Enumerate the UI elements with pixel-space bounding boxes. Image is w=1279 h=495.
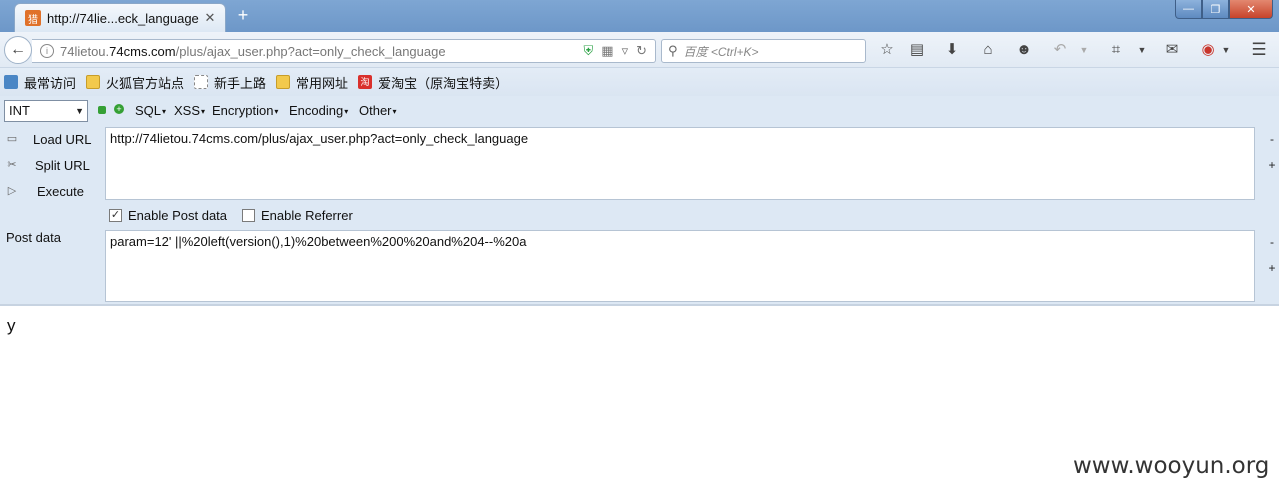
most-visited-icon <box>4 75 18 89</box>
bookmark-common-sites[interactable]: 常用网址 <box>276 73 348 92</box>
scissors-icon: ✂ <box>7 159 17 171</box>
title-bar: 猎 http://74lie...eck_language ✕ + — ❐ ✕ <box>0 0 1279 32</box>
new-tab-button[interactable]: + <box>234 6 252 24</box>
type-select[interactable]: INT ▼ <box>4 100 88 122</box>
taobao-icon: 淘 <box>358 75 373 89</box>
screenshot-crop-icon[interactable]: ⌗ <box>1105 40 1127 60</box>
enable-post-label: Enable Post data <box>128 208 228 223</box>
menu-encryption[interactable]: Encryption▾ <box>212 103 278 118</box>
url-textarea[interactable]: http://74lietou.74cms.com/plus/ajax_user… <box>105 127 1255 200</box>
home-icon[interactable]: ⌂ <box>977 40 999 60</box>
execute-button[interactable]: ▷ Execute <box>0 179 100 203</box>
search-icon: ⚲ <box>668 43 678 58</box>
enable-referrer-toggle[interactable]: Enable Referrer <box>242 208 353 223</box>
bookmark-firefox-official[interactable]: 火狐官方站点 <box>86 73 184 92</box>
download-icon[interactable]: ⬇ <box>941 40 963 60</box>
hackbar-panel: INT ▼ + SQL▾ XSS▾ Encryption▾ Encoding▾ … <box>0 96 1279 304</box>
minimize-button[interactable]: — <box>1175 0 1202 19</box>
tab-title: http://74lie...eck_language <box>47 10 199 26</box>
post-data-label: Post data <box>6 230 61 245</box>
globe-icon: i <box>40 44 54 58</box>
url-grow-button[interactable]: + <box>1266 158 1278 172</box>
bookmark-getting-started[interactable]: 新手上路 <box>194 73 266 92</box>
folder-icon <box>276 75 291 89</box>
load-url-label: Load URL <box>33 131 92 147</box>
qr-code-icon[interactable]: ▦ <box>601 43 613 59</box>
post-shrink-button[interactable]: - <box>1266 235 1278 249</box>
type-select-value: INT <box>9 103 30 118</box>
crop-dropdown-icon[interactable]: ▼ <box>1131 40 1153 60</box>
undo-dropdown-icon[interactable]: ▼ <box>1073 40 1095 60</box>
bookmarks-list-icon[interactable]: ▤ <box>906 40 928 60</box>
shield-icon[interactable]: ⛨ <box>584 43 594 59</box>
watermark: www.wooyun.org <box>1073 453 1270 479</box>
close-window-button[interactable]: ✕ <box>1229 0 1273 19</box>
bookmark-star-icon[interactable]: ☆ <box>876 40 898 60</box>
decrease-icon[interactable] <box>98 106 106 114</box>
load-url-button[interactable]: ▭ Load URL <box>0 127 100 151</box>
tab-close-icon[interactable]: ✕ <box>201 10 219 26</box>
bookmark-label: 最常访问 <box>24 75 77 91</box>
search-bar[interactable]: ⚲ 百度 <Ctrl+K> <box>661 39 866 63</box>
page-icon <box>194 75 209 89</box>
enable-referrer-checkbox[interactable] <box>242 209 255 222</box>
chevron-down-icon: ▼ <box>75 106 84 116</box>
split-url-label: Split URL <box>35 157 90 173</box>
extension-dropdown-icon[interactable]: ▼ <box>1215 40 1237 60</box>
chat-icon[interactable]: ☻ <box>1013 40 1035 60</box>
enable-post-checkbox[interactable]: ✓ <box>109 209 122 222</box>
restore-button[interactable]: ❐ <box>1202 0 1229 19</box>
folder-icon <box>86 75 101 89</box>
url-bar[interactable]: i 74lietou.74cms.com/plus/ajax_user.php?… <box>32 39 656 63</box>
increase-icon[interactable]: + <box>114 104 124 114</box>
menu-encoding[interactable]: Encoding▾ <box>289 103 348 118</box>
site-favicon-icon: 猎 <box>25 10 41 26</box>
content-divider <box>0 304 1279 306</box>
browser-tab[interactable]: 猎 http://74lie...eck_language ✕ <box>14 3 226 32</box>
bookmark-most-visited[interactable]: 最常访问 <box>4 73 76 92</box>
search-input[interactable]: 百度 <Ctrl+K> <box>684 43 759 60</box>
bookmarks-bar: 最常访问 火狐官方站点 新手上路 常用网址 淘 爱淘宝（原淘宝特卖） <box>0 68 1279 96</box>
reload-icon[interactable]: ↻ <box>636 43 647 59</box>
url-text[interactable]: 74lietou.74cms.com/plus/ajax_user.php?ac… <box>60 44 584 59</box>
post-grow-button[interactable]: + <box>1266 261 1278 275</box>
execute-label: Execute <box>37 183 84 199</box>
menu-xss[interactable]: XSS▾ <box>174 103 205 118</box>
window-controls: — ❐ ✕ <box>1175 0 1273 20</box>
split-url-button[interactable]: ✂ Split URL <box>0 153 100 177</box>
undo-icon[interactable]: ↶ <box>1049 40 1071 60</box>
menu-sql[interactable]: SQL▾ <box>135 103 166 118</box>
bookmark-label: 火狐官方站点 <box>106 75 185 91</box>
speech-bubble-icon[interactable]: ✉ <box>1161 40 1183 60</box>
dropdown-arrow-icon[interactable]: ▿ <box>622 43 629 59</box>
back-button[interactable]: ← <box>4 36 32 64</box>
bookmark-taobao[interactable]: 淘 爱淘宝（原淘宝特卖） <box>358 73 508 92</box>
enable-referrer-label: Enable Referrer <box>261 208 353 223</box>
url-shrink-button[interactable]: - <box>1266 132 1278 146</box>
navigation-bar: i 74lietou.74cms.com/plus/ajax_user.php?… <box>0 32 1279 68</box>
post-data-textarea[interactable]: param=12' ||%20left(version(),1)%20betwe… <box>105 230 1255 302</box>
play-icon: ▷ <box>7 185 17 197</box>
enable-post-toggle[interactable]: ✓ Enable Post data <box>109 208 227 223</box>
menu-other[interactable]: Other▾ <box>359 103 397 118</box>
bookmark-label: 常用网址 <box>296 75 349 91</box>
menu-hamburger-icon[interactable]: ☰ <box>1248 40 1270 60</box>
page-response-text: y <box>7 316 16 335</box>
load-url-icon: ▭ <box>6 133 18 145</box>
bookmark-label: 爱淘宝（原淘宝特卖） <box>378 75 509 91</box>
bookmark-label: 新手上路 <box>214 75 267 91</box>
